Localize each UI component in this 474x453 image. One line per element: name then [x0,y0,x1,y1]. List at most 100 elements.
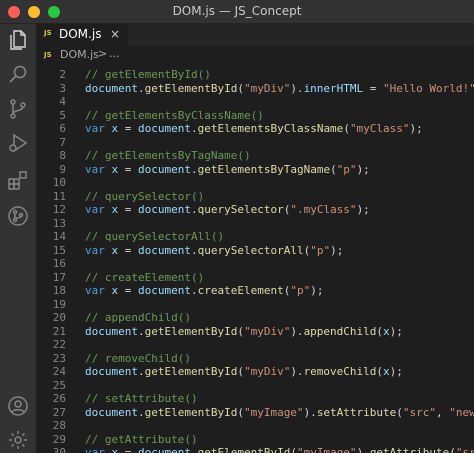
code-token: // createElement() [85,270,205,284]
code-token: x [383,324,390,338]
code-token: = [118,122,138,135]
settings-gear-icon[interactable] [6,428,30,452]
code-token: = [118,203,138,216]
code-token: ). [303,405,317,419]
code-token: ( [330,162,337,176]
code-token: ( [290,446,297,453]
code-token: "p" [310,243,331,257]
code-token: ( [237,81,244,95]
code-token: document [85,81,138,95]
code-token: var [85,162,105,176]
code-token: document [138,122,191,135]
source-control-icon[interactable] [6,97,30,121]
code-token: . [137,324,145,338]
code-token: // getElementsByClassName() [85,108,264,122]
code-token: ); [330,243,344,257]
code-token: . [137,405,145,419]
code-token: . [190,446,198,453]
git-graph-icon[interactable] [6,204,30,228]
code-token: "myDiv" [243,81,291,95]
code-token: ".myClass" [290,203,357,216]
tab-label: DOM.js [59,27,102,41]
code-token: var [85,243,105,257]
breadcrumb-file[interactable]: DOM.js [60,48,99,61]
code-token: ). [290,81,304,95]
chevron-right-icon: > [98,47,108,60]
run-debug-icon[interactable] [6,131,30,155]
code-token: getElementById [197,446,291,453]
code-token: getAttribute [369,446,450,453]
files-icon[interactable] [6,28,30,52]
window-title: DOM.js — JS_Concept [172,4,302,18]
code-token: ( [449,446,456,453]
tab-dom-js[interactable]: JS DOM.js × [36,24,128,46]
code-token: "myImage" [243,405,304,419]
breadcrumb: JS DOM.js > ... [36,46,474,65]
code-token: ); [389,324,403,338]
code-token: // setAttribute() [85,392,198,405]
code-token: document [85,365,138,378]
account-icon[interactable] [6,394,30,418]
code-token: ( [237,365,244,378]
code-token: "p" [290,284,311,297]
code-token: document [138,284,191,297]
js-file-icon: JS [44,29,52,37]
code-token: // getElementById() [85,68,211,81]
code-token: getElementById [144,405,238,419]
code-token: "myDiv" [243,324,291,338]
code-token: = [118,243,138,257]
extensions-icon[interactable] [6,169,30,193]
code-token: document [138,203,191,216]
code-token: getElementsByTagName [197,162,331,176]
code-token: ); [389,365,403,378]
code-token: var [85,284,105,297]
code-token: . [190,122,198,135]
code-token: document [85,405,138,419]
tab-bar: JS DOM.js × [36,24,474,46]
code-token: "Hello World!" [383,81,474,95]
breadcrumb-symbols[interactable]: ... [109,47,120,60]
code-token: = [118,162,138,176]
code-token: // getElementsByTagName() [85,149,251,162]
code-token: var [85,203,105,216]
activity-bar [0,24,36,453]
code-token: getElementById [144,81,238,95]
code-editor[interactable]: 2// getElementById() 3 document.getElement… [36,65,474,453]
code-token: ); [356,162,370,176]
code-token: "myClass" [349,122,410,135]
code-line[interactable]: 30 var x = document.getElementById("myIma… [36,445,474,453]
code-token: var [85,122,105,135]
code-token: "p" [336,162,357,176]
code-token: // getAttribute() [85,432,198,446]
line-number: 30 [52,446,66,453]
code-token: ); [310,284,324,297]
code-token: document [138,243,191,257]
code-token: // querySelector() [85,189,205,203]
code-token: "myDiv" [243,365,291,378]
code-token: , [436,405,450,419]
code-token: "newimage.jpg" [449,405,474,419]
code-token: ). [290,324,304,338]
code-token: var [85,446,105,453]
code-token: getElementById [144,324,238,338]
code-token: . [190,203,198,216]
js-file-icon: JS [44,51,52,59]
code-token: // removeChild() [85,351,191,365]
search-icon[interactable] [6,62,30,86]
code-token: ). [356,446,370,453]
code-token: ); [409,122,423,135]
code-token: document [85,324,138,338]
code-token: = [363,81,384,95]
code-token: "src" [402,405,437,419]
code-token: "myImage" [296,446,357,453]
title-bar: DOM.js — JS_Concept [0,0,474,24]
code-token: ). [290,365,304,378]
close-tab-icon[interactable]: × [110,27,120,41]
code-token: querySelectorAll [197,243,304,257]
